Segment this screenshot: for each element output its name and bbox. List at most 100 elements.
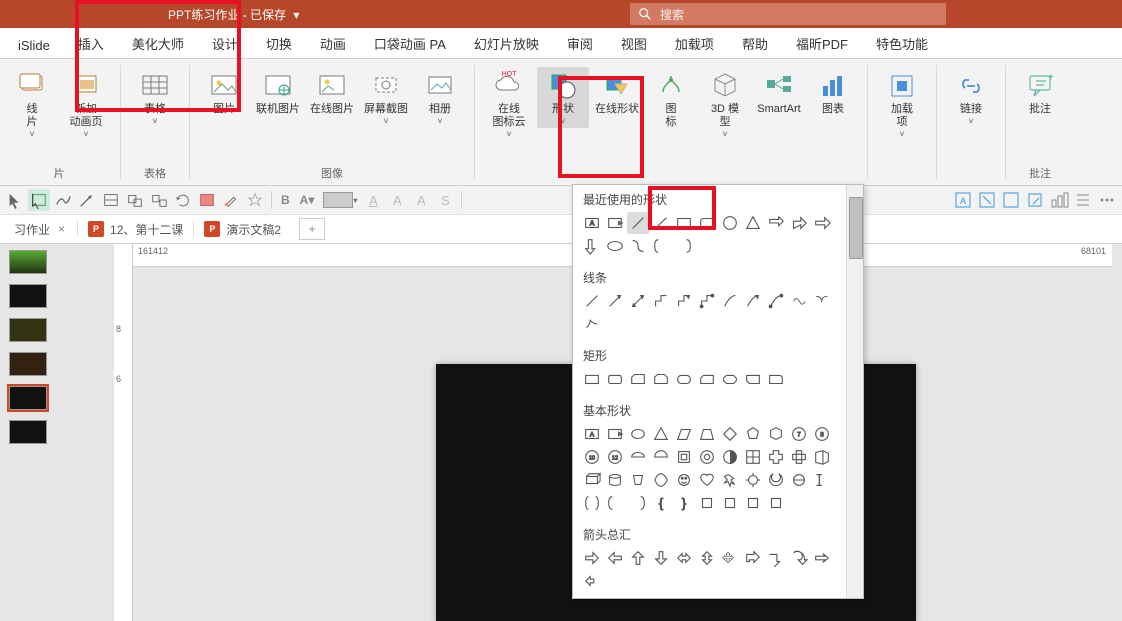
shape-item[interactable] — [788, 547, 810, 569]
tab-美化大师[interactable]: 美化大师 — [118, 28, 198, 58]
qbtn-right-4[interactable] — [1048, 189, 1070, 211]
slide-thumb[interactable] — [9, 318, 47, 342]
scrollbar-thumb[interactable] — [849, 197, 863, 259]
qbtn-right-3[interactable] — [1024, 189, 1046, 211]
shape-item[interactable] — [627, 423, 649, 445]
shape-item[interactable]: { — [650, 492, 672, 514]
qbtn-cursor[interactable] — [4, 189, 26, 211]
tab-特色功能[interactable]: 特色功能 — [862, 28, 942, 58]
tab-设计[interactable]: 设计 — [198, 28, 252, 58]
shape-item[interactable] — [581, 492, 603, 514]
shape-item[interactable]: A — [581, 212, 603, 234]
qbtn-right-0[interactable]: A — [952, 189, 974, 211]
shape-item[interactable] — [811, 469, 833, 491]
shape-item[interactable] — [696, 469, 718, 491]
shape-item[interactable]: A — [581, 423, 603, 445]
qbtn-brush[interactable] — [220, 189, 242, 211]
ribbon-btn-在线形状[interactable]: 在线形状 — [591, 67, 643, 118]
shape-item[interactable] — [650, 469, 672, 491]
shape-item[interactable] — [719, 446, 741, 468]
shape-item[interactable] — [673, 290, 695, 312]
shape-item[interactable] — [696, 547, 718, 569]
shape-item[interactable] — [788, 212, 810, 234]
shape-item[interactable] — [719, 423, 741, 445]
shape-item[interactable] — [811, 212, 833, 234]
shape-item[interactable] — [788, 469, 810, 491]
qbtn-fill-color[interactable]: ▾ — [320, 189, 360, 211]
qbtn-align[interactable] — [100, 189, 122, 211]
close-icon[interactable]: × — [56, 222, 67, 236]
shape-item[interactable] — [765, 469, 787, 491]
qbtn-freehand[interactable] — [52, 189, 74, 211]
shape-item[interactable] — [696, 212, 718, 234]
qbtn-font[interactable]: A▾ — [296, 189, 319, 211]
shape-item[interactable] — [765, 212, 787, 234]
shape-item[interactable] — [673, 547, 695, 569]
shape-item[interactable] — [604, 547, 626, 569]
shape-item[interactable] — [604, 235, 626, 257]
ribbon-btn-批注[interactable]: +批注 — [1014, 67, 1066, 118]
tab-视图[interactable]: 视图 — [607, 28, 661, 58]
ribbon-btn-SmartArt[interactable]: SmartArt — [753, 67, 805, 118]
qbtn-right-2[interactable] — [1000, 189, 1022, 211]
tab-幻灯片放映[interactable]: 幻灯片放映 — [460, 28, 553, 58]
shape-item[interactable] — [719, 212, 741, 234]
shape-item[interactable] — [604, 469, 626, 491]
ribbon-btn-图标[interactable]: 图 标 — [645, 67, 697, 131]
shape-item[interactable] — [788, 446, 810, 468]
shape-item[interactable] — [604, 423, 626, 445]
tab-动画[interactable]: 动画 — [306, 28, 360, 58]
shape-item[interactable] — [696, 290, 718, 312]
shape-item[interactable] — [742, 446, 764, 468]
shape-item[interactable] — [765, 446, 787, 468]
shape-item[interactable] — [650, 547, 672, 569]
ribbon-btn-3D模型[interactable]: 3D 模 型˅ — [699, 67, 751, 141]
tab-切换[interactable]: 切换 — [252, 28, 306, 58]
shape-item[interactable] — [719, 492, 741, 514]
tab-加载项[interactable]: 加载项 — [661, 28, 728, 58]
shape-item[interactable]: 10 — [581, 446, 603, 468]
shape-item[interactable] — [719, 290, 741, 312]
shape-item[interactable] — [627, 547, 649, 569]
shape-item[interactable] — [765, 492, 787, 514]
ribbon-btn-链接[interactable]: 链接˅ — [945, 67, 997, 128]
qbtn-ungroup[interactable] — [148, 189, 170, 211]
shape-item[interactable] — [742, 212, 764, 234]
qbtn-layout[interactable] — [196, 189, 218, 211]
doc-tab[interactable]: P12、第十二课 — [78, 215, 193, 243]
shape-item[interactable] — [581, 313, 603, 335]
shape-item[interactable] — [719, 368, 741, 390]
shape-item[interactable] — [627, 290, 649, 312]
qbtn-text-effect[interactable]: S — [434, 189, 456, 211]
shape-item[interactable] — [765, 290, 787, 312]
slide-thumb[interactable] — [9, 352, 47, 376]
ribbon-btn-新加动画页[interactable]: 新加 动画页˅ — [60, 67, 112, 141]
shape-item[interactable] — [604, 492, 626, 514]
shape-item[interactable] — [788, 290, 810, 312]
shape-item[interactable] — [811, 290, 833, 312]
qbtn-right-1[interactable] — [976, 189, 998, 211]
ribbon-btn-在线图标云[interactable]: HOT在线 图标云˅ — [483, 67, 535, 141]
shape-item[interactable] — [581, 469, 603, 491]
shape-item[interactable] — [581, 570, 603, 592]
shape-item[interactable] — [742, 290, 764, 312]
qbtn-text-effect[interactable]: A — [410, 189, 432, 211]
shape-item[interactable] — [673, 235, 695, 257]
doc-tab[interactable]: P演示文稿2 — [194, 215, 291, 243]
shape-item[interactable] — [742, 547, 764, 569]
slide-thumb[interactable] — [9, 420, 47, 444]
shape-item[interactable] — [696, 492, 718, 514]
tab-口袋动画 PA[interactable]: 口袋动画 PA — [360, 28, 460, 58]
shape-item[interactable] — [673, 446, 695, 468]
shape-item[interactable] — [673, 423, 695, 445]
shapes-scrollbar[interactable] — [846, 185, 863, 598]
qbtn-star[interactable] — [244, 189, 266, 211]
ribbon-btn-屏幕截图[interactable]: 屏幕截图˅ — [360, 67, 412, 128]
tab-福昕PDF[interactable]: 福昕PDF — [782, 28, 862, 58]
shape-item[interactable] — [581, 368, 603, 390]
qbtn-group[interactable] — [124, 189, 146, 211]
qbtn-right-5[interactable] — [1072, 189, 1094, 211]
shape-item[interactable] — [765, 547, 787, 569]
shape-item[interactable] — [719, 547, 741, 569]
shape-item[interactable] — [581, 547, 603, 569]
